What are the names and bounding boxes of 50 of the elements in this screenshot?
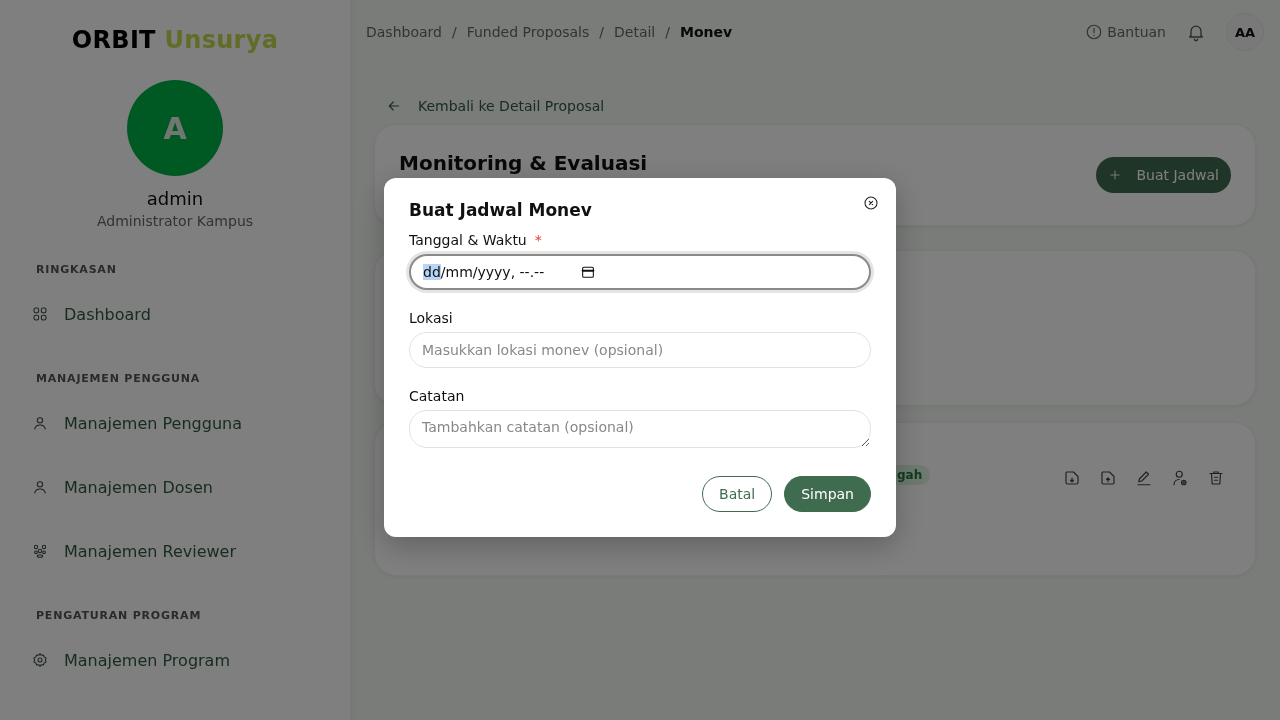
page-title: Monitoring & Evaluasi — [399, 151, 649, 175]
user-name: admin — [145, 188, 205, 209]
back-link[interactable]: Kembali ke Detail Proposal — [386, 88, 1256, 124]
field-label: Catatan — [409, 388, 465, 404]
required-mark: * — [534, 232, 542, 248]
user-settings-icon[interactable] — [1171, 469, 1189, 487]
breadcrumb-link[interactable]: Monev — [679, 24, 733, 40]
upload-file-icon[interactable] — [1099, 469, 1117, 487]
nav-item[interactable]: Dashboard — [32, 282, 350, 346]
cancel-button[interactable]: Batal — [702, 476, 773, 512]
nav-item[interactable]: Manajemen Pengguna — [32, 391, 350, 455]
breadcrumb-separator: / — [451, 24, 457, 40]
date-time-field[interactable]: dd/mm/yyyy, --.-- — [409, 254, 871, 290]
delete-icon[interactable] — [1207, 469, 1225, 487]
app-logo: ORBIT Unsurya — [70, 25, 280, 56]
save-button[interactable]: Simpan — [784, 476, 871, 512]
user-avatar[interactable]: AA — [1226, 13, 1264, 51]
user-icon — [32, 479, 48, 495]
section-heading: PENGATURAN PROGRAM — [36, 609, 203, 622]
breadcrumb-link[interactable]: Dashboard — [366, 24, 442, 40]
calendar-icon[interactable] — [580, 264, 597, 280]
download-file-icon[interactable] — [1063, 469, 1081, 487]
back-arrow-icon — [386, 98, 402, 114]
edit-icon[interactable] — [1135, 469, 1153, 487]
user-avatar: A — [127, 80, 223, 176]
info-icon — [1085, 23, 1104, 41]
field-label: Lokasi — [409, 310, 453, 326]
nav-item[interactable]: Manajemen Reviewer — [32, 519, 350, 583]
breadcrumb-separator: / — [599, 24, 604, 40]
nav-item[interactable]: Manajemen Program — [32, 628, 350, 692]
help-link[interactable]: Bantuan — [1085, 23, 1166, 41]
grid-icon — [32, 306, 48, 322]
close-icon[interactable] — [863, 195, 879, 211]
notes-field[interactable]: Tambahkan catatan (opsional) — [409, 410, 871, 448]
field-label: Tanggal & Waktu — [409, 232, 527, 248]
breadcrumb-link[interactable]: Funded Proposals — [466, 24, 590, 40]
add-schedule-button[interactable]: Buat Jadwal — [1096, 157, 1231, 193]
breadcrumb-link[interactable]: Detail — [614, 24, 656, 40]
plus-icon — [1108, 168, 1123, 182]
people-icon — [32, 543, 48, 559]
breadcrumb-separator: / — [665, 24, 670, 40]
nav-item[interactable]: Manajemen Dosen — [32, 455, 350, 519]
settings-icon — [32, 652, 48, 668]
location-field[interactable]: Masukkan lokasi monev (opsional) — [409, 332, 871, 368]
section-heading: RINGKASAN — [36, 263, 118, 276]
status-badge: gah — [895, 465, 931, 485]
user-role: Administrator Kampus — [95, 213, 255, 229]
dialog-title: Buat Jadwal Monev — [409, 200, 593, 220]
section-heading: MANAJEMEN PENGGUNA — [36, 372, 202, 385]
user-icon — [32, 415, 48, 431]
